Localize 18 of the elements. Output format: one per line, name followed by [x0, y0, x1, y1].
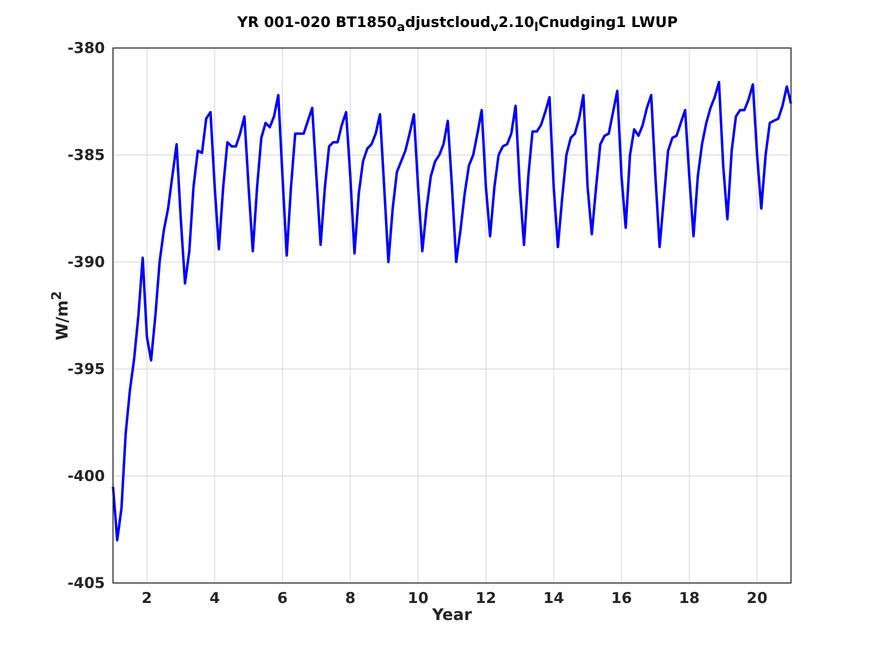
- x-tick-label: 2: [142, 589, 152, 607]
- y-tick-label: -395: [67, 360, 105, 378]
- x-tick-label: 10: [408, 589, 429, 607]
- y-tick-label: -405: [67, 574, 105, 592]
- y-tick-label: -390: [67, 253, 105, 271]
- x-tick-label: 8: [345, 589, 356, 607]
- x-tick-label: 16: [611, 589, 632, 607]
- x-tick-label: 18: [678, 589, 700, 607]
- y-tick-label: -385: [67, 146, 105, 164]
- x-tick-label: 6: [277, 589, 288, 607]
- chart-title: YR 001-020 BT1850$_{a}$djustcloud$_{v}$2.10$_{l}$Cnudging1 LWUP: [237, 15, 678, 34]
- x-tick-label: 4: [209, 589, 220, 607]
- x-tick-label: 20: [746, 589, 768, 607]
- x-tick-label: 12: [475, 589, 496, 607]
- x-tick-label: 14: [543, 589, 564, 607]
- y-tick-label: -380: [67, 39, 105, 57]
- y-tick-label: -400: [67, 467, 105, 485]
- x-axis-label: Year: [432, 605, 472, 625]
